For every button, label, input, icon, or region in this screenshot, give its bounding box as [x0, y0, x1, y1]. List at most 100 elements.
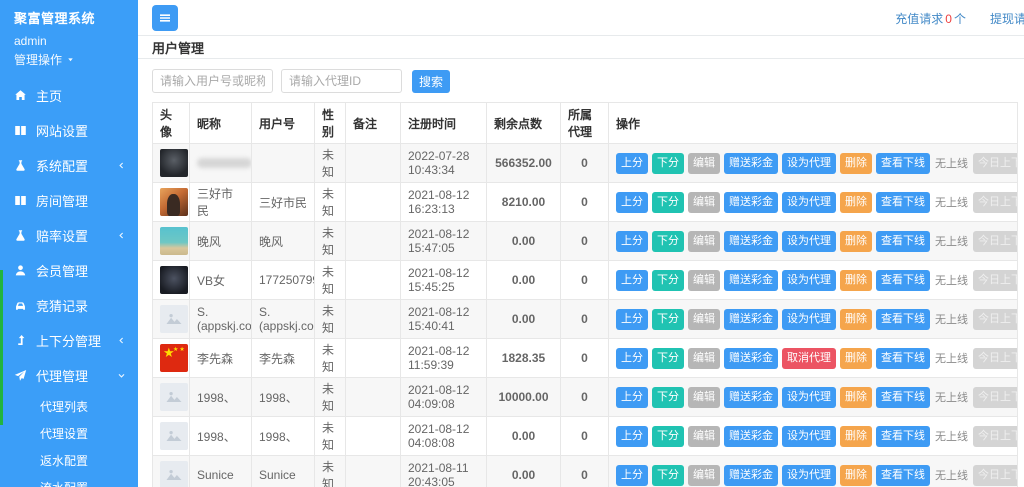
up-score-button[interactable]: 上分: [616, 309, 648, 330]
edit-button[interactable]: 编辑: [688, 426, 720, 447]
set-agent-button[interactable]: 设为代理: [782, 309, 836, 330]
view-downline-button[interactable]: 查看下线: [876, 387, 930, 408]
admin-actions-dropdown[interactable]: 管理操作: [14, 51, 124, 68]
up-score-button[interactable]: 上分: [616, 387, 648, 408]
edit-button[interactable]: 编辑: [688, 270, 720, 291]
delete-button[interactable]: 删除: [840, 465, 872, 486]
agent-id-search-input[interactable]: [281, 69, 402, 93]
delete-button[interactable]: 删除: [840, 153, 872, 174]
sidebar-item-1[interactable]: 网站设置: [0, 113, 138, 148]
up-score-button[interactable]: 上分: [616, 426, 648, 447]
up-score-button[interactable]: 上分: [616, 270, 648, 291]
down-score-button[interactable]: 下分: [652, 192, 684, 213]
today-stats-button[interactable]: 今日上下分统计: [973, 231, 1018, 252]
today-stats-button[interactable]: 今日上下分统计: [973, 192, 1018, 213]
set-agent-button[interactable]: 设为代理: [782, 465, 836, 486]
chevron-left-icon: [117, 231, 126, 240]
sidebar-item-5[interactable]: 会员管理: [0, 253, 138, 288]
edit-button[interactable]: 编辑: [688, 465, 720, 486]
table-header-5: 注册时间: [401, 103, 487, 144]
sidebar-item-2[interactable]: 系统配置: [0, 148, 138, 183]
user-search-input[interactable]: [152, 69, 273, 93]
sidebar-item-4[interactable]: 赔率设置: [0, 218, 138, 253]
gift-bonus-button[interactable]: 赠送彩金: [724, 153, 778, 174]
down-score-button[interactable]: 下分: [652, 387, 684, 408]
gift-bonus-button[interactable]: 赠送彩金: [724, 426, 778, 447]
set-agent-button[interactable]: 设为代理: [782, 231, 836, 252]
sidebar-item-6[interactable]: 竞猜记录: [0, 288, 138, 323]
today-stats-button[interactable]: 今日上下分统计: [973, 309, 1018, 330]
sidebar-item-0[interactable]: 主页: [0, 78, 138, 113]
delete-button[interactable]: 删除: [840, 387, 872, 408]
withdraw-requests-link[interactable]: 提现请求: [990, 10, 1024, 27]
search-button[interactable]: 搜索: [412, 70, 450, 93]
view-downline-button[interactable]: 查看下线: [876, 309, 930, 330]
down-score-button[interactable]: 下分: [652, 309, 684, 330]
today-stats-button[interactable]: 今日上下分统计: [973, 348, 1018, 369]
delete-button[interactable]: 删除: [840, 231, 872, 252]
chevron-left-icon: [117, 161, 126, 170]
sidebar-subitem-0[interactable]: 代理列表: [0, 393, 138, 420]
cancel-agent-button[interactable]: 取消代理: [782, 348, 836, 369]
set-agent-button[interactable]: 设为代理: [782, 153, 836, 174]
no-upline-label: 无上线: [934, 428, 969, 444]
view-downline-button[interactable]: 查看下线: [876, 465, 930, 486]
gender-cell: 未知: [315, 417, 346, 456]
set-agent-button[interactable]: 设为代理: [782, 387, 836, 408]
sidebar-item-7[interactable]: 上下分管理: [0, 323, 138, 358]
down-score-button[interactable]: 下分: [652, 270, 684, 291]
up-score-button[interactable]: 上分: [616, 192, 648, 213]
register-time: 04:09:08: [408, 397, 479, 411]
edit-button[interactable]: 编辑: [688, 153, 720, 174]
today-stats-button[interactable]: 今日上下分统计: [973, 465, 1018, 486]
today-stats-button[interactable]: 今日上下分统计: [973, 153, 1018, 174]
sidebar-subitem-2[interactable]: 返水配置: [0, 447, 138, 474]
today-stats-button[interactable]: 今日上下分统计: [973, 387, 1018, 408]
up-score-button[interactable]: 上分: [616, 465, 648, 486]
edit-button[interactable]: 编辑: [688, 348, 720, 369]
edit-button[interactable]: 编辑: [688, 192, 720, 213]
gift-bonus-button[interactable]: 赠送彩金: [724, 309, 778, 330]
recharge-requests-link[interactable]: 充值请求0个: [895, 10, 966, 27]
gift-bonus-button[interactable]: 赠送彩金: [724, 192, 778, 213]
sidebar-subitem-3[interactable]: 流水配置: [0, 474, 138, 487]
today-stats-button[interactable]: 今日上下分统计: [973, 426, 1018, 447]
view-downline-button[interactable]: 查看下线: [876, 426, 930, 447]
delete-button[interactable]: 删除: [840, 270, 872, 291]
set-agent-button[interactable]: 设为代理: [782, 192, 836, 213]
view-downline-button[interactable]: 查看下线: [876, 231, 930, 252]
down-score-button[interactable]: 下分: [652, 348, 684, 369]
up-score-button[interactable]: 上分: [616, 231, 648, 252]
window-icon: [14, 124, 27, 137]
set-agent-button[interactable]: 设为代理: [782, 426, 836, 447]
sidebar-item-3[interactable]: 房间管理: [0, 183, 138, 218]
down-score-button[interactable]: 下分: [652, 153, 684, 174]
edit-button[interactable]: 编辑: [688, 231, 720, 252]
set-agent-button[interactable]: 设为代理: [782, 270, 836, 291]
edit-button[interactable]: 编辑: [688, 387, 720, 408]
down-score-button[interactable]: 下分: [652, 426, 684, 447]
view-downline-button[interactable]: 查看下线: [876, 153, 930, 174]
delete-button[interactable]: 删除: [840, 192, 872, 213]
view-downline-button[interactable]: 查看下线: [876, 348, 930, 369]
down-score-button[interactable]: 下分: [652, 465, 684, 486]
up-score-button[interactable]: 上分: [616, 348, 648, 369]
image-placeholder-icon: [160, 422, 188, 450]
view-downline-button[interactable]: 查看下线: [876, 192, 930, 213]
sidebar-subitem-1[interactable]: 代理设置: [0, 420, 138, 447]
gift-bonus-button[interactable]: 赠送彩金: [724, 231, 778, 252]
gift-bonus-button[interactable]: 赠送彩金: [724, 387, 778, 408]
down-score-button[interactable]: 下分: [652, 231, 684, 252]
delete-button[interactable]: 删除: [840, 426, 872, 447]
gift-bonus-button[interactable]: 赠送彩金: [724, 270, 778, 291]
view-downline-button[interactable]: 查看下线: [876, 270, 930, 291]
gift-bonus-button[interactable]: 赠送彩金: [724, 465, 778, 486]
today-stats-button[interactable]: 今日上下分统计: [973, 270, 1018, 291]
sidebar-toggle-button[interactable]: [152, 5, 178, 31]
delete-button[interactable]: 删除: [840, 348, 872, 369]
sidebar-item-8[interactable]: 代理管理: [0, 358, 138, 393]
delete-button[interactable]: 删除: [840, 309, 872, 330]
gift-bonus-button[interactable]: 赠送彩金: [724, 348, 778, 369]
up-score-button[interactable]: 上分: [616, 153, 648, 174]
edit-button[interactable]: 编辑: [688, 309, 720, 330]
